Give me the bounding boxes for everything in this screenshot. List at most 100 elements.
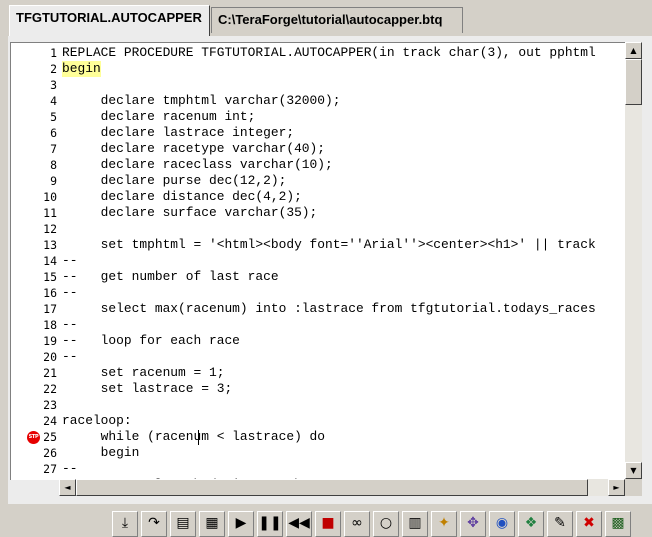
code-line[interactable]: 21 set racenum = 1; [11, 365, 626, 381]
line-number: 4 [50, 94, 57, 108]
code-line[interactable]: 9 declare purse dec(12,2); [11, 173, 626, 189]
text-caret [198, 430, 199, 445]
code-text[interactable]: declare racetype varchar(40); [62, 141, 325, 157]
line-number: 19 [43, 334, 57, 348]
code-line[interactable]: 13 set tmphtml = '<html><body font=''Ari… [11, 237, 626, 253]
code-text[interactable]: declare tmphtml varchar(32000); [62, 93, 341, 109]
code-line[interactable]: 8 declare raceclass varchar(10); [11, 157, 626, 173]
code-line[interactable]: 4 declare tmphtml varchar(32000); [11, 93, 626, 109]
step-into-icon[interactable]: ⤓ [112, 511, 138, 537]
line-number: 2 [50, 62, 57, 76]
horizontal-scroll-thumb[interactable] [76, 479, 588, 496]
code-text[interactable]: declare surface varchar(35); [62, 205, 318, 221]
vertical-scrollbar[interactable]: ▲ ▼ [625, 42, 642, 479]
code-text[interactable]: declare raceclass varchar(10); [62, 157, 333, 173]
line-number: 17 [43, 302, 57, 316]
code-text[interactable]: declare lastrace integer; [62, 125, 294, 141]
code-text[interactable]: while (racenum < lastrace) do [62, 429, 325, 445]
code-line[interactable]: 10 declare distance dec(4,2); [11, 189, 626, 205]
run-icon[interactable]: ▶ [228, 511, 254, 537]
code-line[interactable]: 14 -- [11, 253, 626, 269]
breakpoint-icon[interactable]: STP [27, 431, 40, 444]
database-icon[interactable]: ◉ [489, 511, 515, 537]
edit-icon[interactable]: ✎ [547, 511, 573, 537]
wand-icon[interactable]: ✦ [431, 511, 457, 537]
line-number: 13 [43, 238, 57, 252]
code-line[interactable]: 1 REPLACE PROCEDURE TFGTUTORIAL.AUTOCAPPE… [11, 45, 626, 61]
code-text[interactable]: declare racenum int; [62, 109, 256, 125]
code-text[interactable]: begin [62, 445, 140, 461]
code-text[interactable]: declare purse dec(12,2); [62, 173, 287, 189]
stop-icon[interactable]: ✖ [576, 511, 602, 537]
code-text[interactable]: select max(racenum) into :lastrace from … [62, 301, 596, 317]
code-line[interactable]: 11 declare surface varchar(35); [11, 205, 626, 221]
code-line[interactable]: 15 -- get number of last race [11, 269, 626, 285]
line-number: 28 [11, 477, 57, 480]
code-text[interactable]: -- loop for each race [62, 333, 240, 349]
code-line[interactable]: 23 [11, 397, 626, 413]
scroll-right-button[interactable]: ► [608, 479, 625, 496]
code-line[interactable]: 27 -- [11, 461, 626, 477]
code-text[interactable]: -- [62, 349, 77, 365]
code-line[interactable]: 3 [11, 77, 626, 93]
code-text[interactable]: -- [62, 461, 77, 477]
code-editor[interactable]: 1 REPLACE PROCEDURE TFGTUTORIAL.AUTOCAPPE… [10, 42, 626, 480]
watch-icon[interactable]: ∞ [344, 511, 370, 537]
code-text[interactable]: -- [62, 253, 77, 269]
line-number: 7 [50, 142, 57, 156]
step-over-icon[interactable]: ↷ [141, 511, 167, 537]
line-number: 1 [50, 46, 57, 60]
code-text[interactable]: declare distance dec(4,2); [62, 189, 302, 205]
debug-toolbar: ⤓ ↷ ▤ ▦ ▶ ❚❚ ◀◀ ■ ∞ ○ ▥ ✦ ✥ ◉ ❖ ✎ ✖ ▩ [0, 507, 652, 537]
line-number: 23 [43, 398, 57, 412]
line-number: 10 [43, 190, 57, 204]
line-number: 18 [43, 318, 57, 332]
code-line[interactable]: 22 set lastrace = 3; [11, 381, 626, 397]
horizontal-scrollbar[interactable]: ◄ ► [59, 479, 625, 496]
code-line[interactable]: 2 begin [11, 61, 626, 77]
code-text[interactable]: set racenum = 1; [62, 365, 225, 381]
code-line[interactable]: 18 -- [11, 317, 626, 333]
line-number: 26 [43, 446, 57, 460]
pause-icon[interactable]: ❚❚ [257, 511, 283, 537]
code-text[interactable]: -- [62, 285, 77, 301]
code-line[interactable]: 12 [11, 221, 626, 237]
step-out-icon[interactable]: ▤ [170, 511, 196, 537]
tab-bar: TFGTUTORIAL.AUTOCAPPER C:\TeraForge\tuto… [0, 0, 652, 36]
scroll-up-button[interactable]: ▲ [625, 42, 642, 59]
code-line[interactable]: 26 begin [11, 445, 626, 461]
line-number: 20 [43, 350, 57, 364]
code-text[interactable]: raceloop: [62, 413, 132, 429]
code-line[interactable]: 16 -- [11, 285, 626, 301]
line-number: 27 [43, 462, 57, 476]
scroll-left-button[interactable]: ◄ [59, 479, 76, 496]
find-icon[interactable]: ○ [373, 511, 399, 537]
grid-icon[interactable]: ▩ [605, 511, 631, 537]
code-text[interactable]: REPLACE PROCEDURE TFGTUTORIAL.AUTOCAPPER… [62, 45, 596, 61]
code-text[interactable]: -- get number of last race [62, 269, 279, 285]
code-line[interactable]: 20 -- [11, 349, 626, 365]
rewind-icon[interactable]: ◀◀ [286, 511, 312, 537]
tab-procedure[interactable]: TFGTUTORIAL.AUTOCAPPER [9, 5, 210, 36]
run-to-cursor-icon[interactable]: ▦ [199, 511, 225, 537]
code-text[interactable]: -- [62, 317, 77, 333]
code-line[interactable]: 7 declare racetype varchar(40); [11, 141, 626, 157]
tab-file[interactable]: C:\TeraForge\tutorial\autocapper.btq [211, 7, 463, 33]
code-line[interactable]: 19 -- loop for each race [11, 333, 626, 349]
code-line[interactable]: 24 raceloop: [11, 413, 626, 429]
code-text[interactable]: set tmphtml = '<html><body font=''Arial'… [62, 237, 596, 253]
vertical-scroll-thumb[interactable] [625, 59, 642, 105]
code-text[interactable]: set lastrace = 3; [62, 381, 233, 397]
code-text[interactable]: begin [62, 61, 101, 77]
code-line[interactable]: 25 STP while (racenum < lastrace) do [11, 429, 626, 445]
line-number: 11 [43, 206, 57, 220]
variables-icon[interactable]: ▥ [402, 511, 428, 537]
code-line[interactable]: 6 declare lastrace integer; [11, 125, 626, 141]
options-icon[interactable]: ✥ [460, 511, 486, 537]
network-icon[interactable]: ❖ [518, 511, 544, 537]
line-number: 5 [50, 110, 57, 124]
code-line[interactable]: 17 select max(racenum) into :lastrace fr… [11, 301, 626, 317]
scroll-down-button[interactable]: ▼ [625, 462, 642, 479]
breakpoint-icon[interactable]: ■ [315, 511, 341, 537]
code-line[interactable]: 5 declare racenum int; [11, 109, 626, 125]
